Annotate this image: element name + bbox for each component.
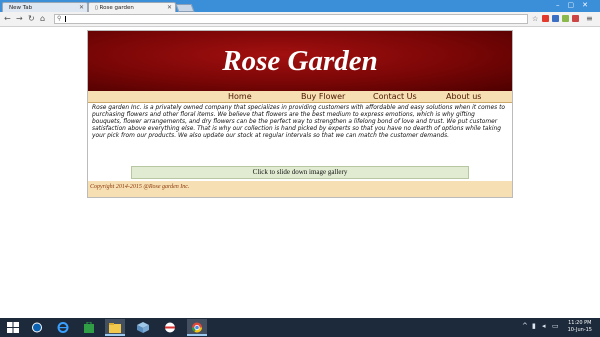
bookmark-star-icon[interactable]: ☆: [532, 14, 538, 24]
reload-icon[interactable]: ↻: [28, 14, 35, 24]
nav-contact-us[interactable]: Contact Us: [373, 91, 417, 102]
tab-title: New Tab: [9, 5, 33, 11]
tab-strip: New Tab ✕ ▯ Rose garden ✕ –▢✕: [0, 0, 600, 12]
file-explorer-icon[interactable]: [105, 319, 125, 336]
media-app-icon[interactable]: [160, 319, 180, 336]
chrome-icon[interactable]: [187, 319, 207, 336]
nav-bar: Home Buy Flower Contact Us About us: [88, 91, 512, 103]
nav-about-us[interactable]: About us: [446, 91, 481, 102]
opera-extension-icon[interactable]: [542, 15, 549, 22]
header-banner: Rose Garden: [88, 31, 512, 91]
volume-icon[interactable]: ◂: [542, 322, 546, 331]
site-title: Rose Garden: [222, 45, 378, 77]
extension-icon[interactable]: [572, 15, 579, 22]
page-icon: ▯: [95, 5, 98, 11]
network-icon[interactable]: ▮: [532, 322, 536, 331]
copyright-text: Copyright 2014-2015 @Rose garden Inc.: [90, 184, 190, 190]
store-icon[interactable]: [79, 319, 99, 336]
clock-date: 10-Jun-15: [567, 327, 592, 333]
tab-title: Rose garden: [99, 5, 134, 11]
clock-time: 11:20 PM: [568, 320, 592, 326]
tray-up-arrow-icon[interactable]: ^: [522, 322, 528, 331]
package-app-icon[interactable]: [133, 319, 153, 336]
hp-app-icon[interactable]: [27, 319, 47, 336]
text-caret: [65, 16, 66, 22]
window-controls[interactable]: –▢✕: [556, 0, 596, 10]
nav-home[interactable]: Home: [228, 91, 252, 102]
extension-icon[interactable]: [562, 15, 569, 22]
back-icon[interactable]: ←: [4, 14, 11, 24]
footer: Copyright 2014-2015 @Rose garden Inc.: [88, 181, 512, 197]
browser-toolbar: ← → ↻ ⌂ ⚲ ☆ ≡: [0, 12, 600, 27]
internet-explorer-icon[interactable]: [53, 319, 73, 336]
web-page: Rose Garden Home Buy Flower Contact Us A…: [87, 30, 513, 198]
notification-icon[interactable]: ▭: [552, 322, 559, 331]
windows-icon: [7, 322, 19, 333]
extension-icon[interactable]: [552, 15, 559, 22]
search-icon: ⚲: [57, 15, 62, 22]
address-bar[interactable]: ⚲: [54, 14, 528, 24]
start-button[interactable]: [3, 319, 23, 336]
system-clock[interactable]: 11:20 PM 10-Jun-15: [568, 320, 592, 334]
tab-rose-garden[interactable]: ▯ Rose garden ✕: [88, 2, 176, 12]
menu-icon[interactable]: ≡: [586, 14, 593, 24]
forward-icon[interactable]: →: [16, 14, 23, 24]
tab-new-tab[interactable]: New Tab ✕: [2, 2, 88, 12]
taskbar: ^ ▮ ◂ ▭ 11:20 PM 10-Jun-15: [0, 318, 600, 337]
nav-buy-flower[interactable]: Buy Flower: [301, 91, 345, 102]
intro-paragraph: Rose garden Inc. is a privately owned co…: [92, 105, 505, 140]
home-icon[interactable]: ⌂: [40, 14, 45, 24]
gallery-toggle-button[interactable]: Click to slide down image gallery: [131, 166, 469, 179]
new-tab-button[interactable]: [175, 4, 195, 12]
